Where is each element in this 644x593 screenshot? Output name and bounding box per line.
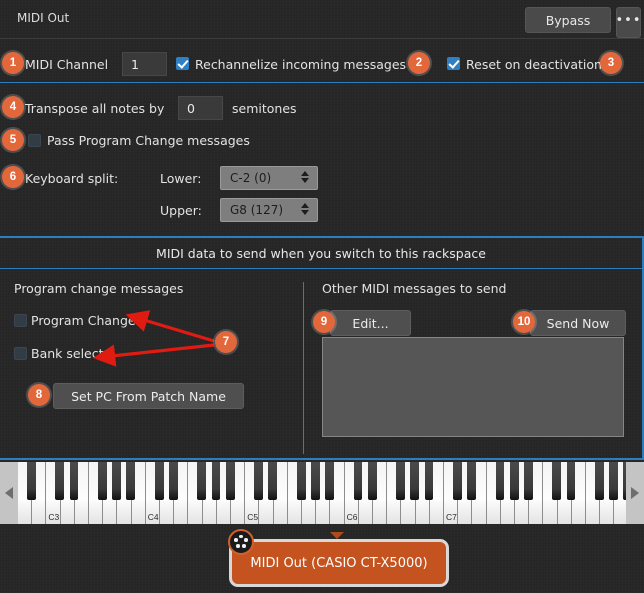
- black-key[interactable]: [523, 462, 533, 500]
- upper-split-dropdown[interactable]: G8 (127): [220, 198, 318, 222]
- black-key[interactable]: [353, 462, 363, 500]
- keyboard-scroll-right-button[interactable]: [626, 462, 644, 524]
- badge-2: 2: [408, 52, 430, 74]
- pass-program-change-label[interactable]: Pass Program Change messages: [47, 133, 250, 148]
- keyboard-keys[interactable]: C3 C4 C5 C6 C7: [18, 462, 626, 524]
- black-key[interactable]: [495, 462, 505, 500]
- badge-4: 4: [2, 96, 24, 118]
- transpose-label: Transpose all notes by: [25, 101, 165, 116]
- pass-program-change-checkbox[interactable]: [28, 134, 41, 147]
- edit-button[interactable]: Edit...: [330, 310, 411, 336]
- lower-split-value: C-2 (0): [230, 171, 272, 185]
- rechannelize-label[interactable]: Rechannelize incoming messages: [195, 57, 406, 72]
- header-divider: [0, 38, 644, 39]
- midi-out-device-tag[interactable]: MIDI Out (CASIO CT-X5000): [229, 539, 449, 587]
- black-key[interactable]: [55, 462, 65, 500]
- panel-vertical-divider: [303, 282, 304, 454]
- key-octave-label: C5: [247, 512, 259, 522]
- tag-notch: [330, 532, 344, 539]
- program-change-label[interactable]: Program Change: [31, 313, 136, 328]
- black-key[interactable]: [410, 462, 420, 500]
- bypass-button[interactable]: Bypass: [525, 7, 611, 33]
- keyboard-split-label: Keyboard split:: [25, 171, 119, 186]
- black-key[interactable]: [424, 462, 434, 500]
- black-key[interactable]: [296, 462, 306, 500]
- black-key[interactable]: [126, 462, 136, 500]
- bank-select-label[interactable]: Bank select: [31, 346, 104, 361]
- badge-3: 3: [600, 52, 622, 74]
- more-options-button[interactable]: •••: [616, 7, 641, 38]
- black-key[interactable]: [154, 462, 164, 500]
- black-key[interactable]: [594, 462, 604, 500]
- other-midi-messages-heading: Other MIDI messages to send: [322, 281, 507, 296]
- reset-on-deactivation-label[interactable]: Reset on deactivation: [466, 57, 602, 72]
- black-key[interactable]: [254, 462, 263, 500]
- black-key[interactable]: [609, 462, 618, 500]
- black-key[interactable]: [97, 462, 107, 500]
- program-change-checkbox[interactable]: [14, 314, 27, 327]
- black-key[interactable]: [211, 462, 221, 500]
- black-key[interactable]: [467, 462, 476, 500]
- black-key[interactable]: [69, 462, 79, 500]
- badge-5: 5: [2, 129, 24, 151]
- midi-channel-input[interactable]: 1: [122, 52, 167, 76]
- settings-divider: [0, 82, 644, 83]
- midi-messages-textarea[interactable]: [322, 337, 624, 437]
- black-key[interactable]: [509, 462, 519, 500]
- midi-connector-icon: [228, 529, 254, 555]
- badge-10: 10: [513, 311, 535, 333]
- black-key[interactable]: [268, 462, 278, 500]
- badge-6: 6: [2, 166, 24, 188]
- badge-9: 9: [313, 311, 335, 333]
- bank-select-checkbox[interactable]: [14, 347, 27, 360]
- reset-on-deactivation-checkbox[interactable]: [447, 57, 460, 70]
- black-key[interactable]: [26, 462, 36, 500]
- black-key[interactable]: [310, 462, 320, 500]
- badge-1: 1: [2, 52, 24, 74]
- midi-panel-heading: MIDI data to send when you switch to thi…: [0, 238, 642, 269]
- black-key[interactable]: [552, 462, 562, 500]
- set-pc-from-patch-name-button[interactable]: Set PC From Patch Name: [53, 383, 244, 409]
- transpose-input[interactable]: 0: [178, 96, 223, 120]
- send-now-button[interactable]: Send Now: [530, 310, 626, 336]
- midi-keyboard[interactable]: C3 C4 C5 C6 C7: [0, 462, 644, 524]
- lower-split-dropdown[interactable]: C-2 (0): [220, 166, 318, 190]
- chevron-updown-icon: [301, 171, 309, 183]
- black-key[interactable]: [566, 462, 576, 500]
- black-key[interactable]: [197, 462, 207, 500]
- triangle-right-icon: [631, 487, 639, 499]
- black-key[interactable]: [452, 462, 462, 500]
- black-key[interactable]: [396, 462, 405, 500]
- midi-out-device-label: MIDI Out (CASIO CT-X5000): [250, 555, 428, 571]
- black-key[interactable]: [225, 462, 235, 500]
- key-octave-label: C4: [147, 512, 159, 522]
- black-key[interactable]: [112, 462, 121, 500]
- black-key[interactable]: [623, 462, 626, 500]
- upper-split-value: G8 (127): [230, 203, 284, 217]
- triangle-left-icon: [5, 487, 13, 499]
- chevron-updown-icon: [301, 203, 309, 215]
- badge-8: 8: [28, 384, 50, 406]
- badge-7: 7: [215, 331, 237, 353]
- black-key[interactable]: [168, 462, 178, 500]
- program-change-messages-heading: Program change messages: [14, 281, 184, 296]
- rechannelize-checkbox[interactable]: [176, 57, 189, 70]
- upper-label: Upper:: [160, 203, 202, 218]
- keyboard-scroll-left-button[interactable]: [0, 462, 18, 524]
- semitones-label: semitones: [232, 101, 297, 116]
- lower-label: Lower:: [160, 171, 202, 186]
- key-octave-label: C7: [446, 512, 457, 522]
- title-bar: MIDI Out Bypass •••: [0, 0, 644, 38]
- page-title: MIDI Out: [17, 11, 70, 25]
- black-key[interactable]: [325, 462, 334, 500]
- midi-channel-label: MIDI Channel: [25, 57, 109, 72]
- key-octave-label: C3: [48, 512, 60, 522]
- key-octave-label: C6: [346, 512, 358, 522]
- black-key[interactable]: [367, 462, 377, 500]
